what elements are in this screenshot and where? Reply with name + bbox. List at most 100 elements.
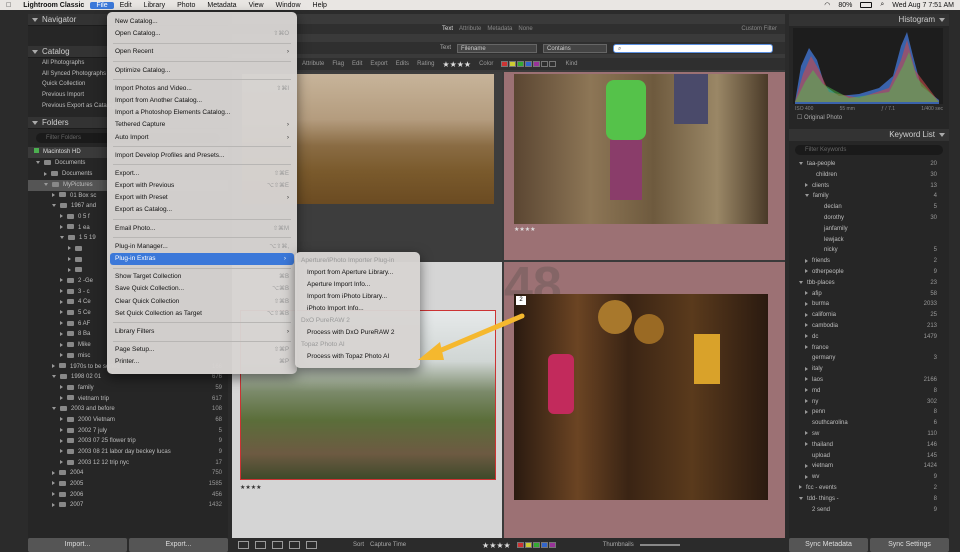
edits-filter[interactable]: Edits [396,61,409,67]
menu-item[interactable]: Export as Catalog... [107,204,297,216]
collapsed-icon[interactable] [44,171,47,176]
collapsed-icon[interactable] [60,299,63,304]
keyword-row[interactable]: tdd- things - 8 [789,494,949,505]
collapsed-icon[interactable] [60,342,63,347]
menu-item[interactable]: Email Photo... ⇧⌘M [107,223,297,235]
collapsed-icon[interactable] [805,312,808,317]
expanded-icon[interactable] [44,182,48,186]
collapsed-icon[interactable] [68,246,71,251]
collapsed-icon[interactable] [60,214,63,219]
menu-item[interactable]: New Catalog... [107,16,297,28]
menu-item[interactable]: Import a Photoshop Elements Catalog... [107,107,297,119]
submenu-item[interactable]: Aperture Import Info... [295,279,420,291]
text-search-input[interactable]: ⌕ [613,43,774,53]
toolbar-color-labels[interactable] [516,541,557,549]
folder-row[interactable]: 2006 456 [28,490,228,501]
import-button[interactable]: Import... [28,538,127,552]
collapsed-icon[interactable] [805,290,808,295]
menu-item[interactable]: Import Develop Profiles and Presets... [107,150,297,162]
tab-none[interactable]: None [518,26,532,32]
collapsed-icon[interactable] [60,417,63,422]
folder-row[interactable]: 2003 and before 108 [28,404,228,415]
edit-menu[interactable]: Edit [114,2,138,9]
grid-cell[interactable]: ★★★★ [504,72,785,260]
collapsed-icon[interactable] [805,442,808,447]
thumbnail-size-slider[interactable] [639,544,680,546]
collapsed-icon[interactable] [805,323,808,328]
collapsed-icon[interactable] [805,398,808,403]
folder-row[interactable]: 2005 1585 [28,479,228,490]
menu-item[interactable]: Show Target Collection ⌘B [107,271,297,283]
collapsed-icon[interactable] [68,267,71,272]
keyword-row[interactable]: france [789,343,949,354]
folder-row[interactable]: 2003 08 21 labor day beckey lucas 9 [28,447,228,458]
keyword-row[interactable]: afip 58 [789,289,949,300]
menu-item[interactable]: Optimize Catalog... [107,65,297,77]
keyword-row[interactable]: declan 5 [789,202,949,213]
collapsed-icon[interactable] [60,321,63,326]
keyword-row[interactable]: friends 2 [789,256,949,267]
keyword-row[interactable]: sw 110 [789,429,949,440]
keyword-row[interactable]: nicky 5 [789,245,949,256]
folder-row[interactable]: 2007 1432 [28,500,228,511]
menu-item[interactable]: Export with Preset › [107,192,297,204]
keyword-row[interactable]: children 30 [789,170,949,181]
collapsed-icon[interactable] [805,409,808,414]
color-swatches[interactable] [501,60,557,68]
contains-select[interactable]: Contains [543,43,608,53]
expanded-icon[interactable] [60,236,64,240]
submenu-item[interactable]: Import from Aperture Library... [295,267,420,279]
collapsed-icon[interactable] [52,492,55,497]
photo-thumbnail[interactable] [514,74,768,224]
folder-row[interactable]: 2000 Vietnam 68 [28,415,228,426]
apple-icon[interactable]:  [0,2,17,9]
grid-cell-selected[interactable]: 48 2 [504,257,785,538]
keyword-row[interactable]: dorothy 30 [789,213,949,224]
toolbar-stars[interactable]: ★★★★ [482,541,511,550]
file-menu[interactable]: File [90,1,114,9]
collapsed-icon[interactable] [60,438,63,443]
collapsed-icon[interactable] [805,366,808,371]
sort-select[interactable]: Capture Time [370,542,406,548]
collapsed-icon[interactable] [60,278,63,283]
keyword-row[interactable]: thailand 146 [789,440,949,451]
submenu-item[interactable]: Process with DxO PureRAW 2 [295,327,420,339]
sync-metadata-button[interactable]: Sync Metadata [789,538,868,552]
menu-item[interactable]: Open Catalog... ⇧⌘O [107,28,297,40]
grid-view-icon[interactable] [238,541,249,549]
keyword-row[interactable]: lewjack [789,235,949,246]
keyword-row[interactable]: laos 2166 [789,375,949,386]
collapsed-icon[interactable] [805,377,808,382]
submenu-item[interactable]: iPhoto Import Info... [295,303,420,315]
menu-item[interactable]: Set Quick Collection as Target ⌥⇧⌘B [107,308,297,320]
photo-menu[interactable]: Photo [171,2,201,9]
histogram-header[interactable]: Histogram [789,14,949,26]
menu-item[interactable]: Open Recent › [107,46,297,58]
collapsed-icon[interactable] [805,474,808,479]
submenu-item[interactable]: Process with Topaz Photo AI [295,351,420,363]
collapsed-icon[interactable] [799,485,802,490]
library-menu[interactable]: Library [138,2,171,9]
tab-metadata[interactable]: Metadata [487,26,512,32]
keyword-row[interactable]: otherpeople 9 [789,267,949,278]
filename-select[interactable]: Filename [457,43,538,53]
keyword-row[interactable]: fcc - events 2 [789,483,949,494]
tab-text[interactable]: Text [442,26,453,32]
collapsed-icon[interactable] [805,388,808,393]
compare-view-icon[interactable] [272,541,283,549]
menu-item[interactable]: Clear Quick Collection ⇧⌘B [107,296,297,308]
collapsed-icon[interactable] [68,257,71,262]
menu-item[interactable]: Plug-in Extras › [110,253,294,266]
expanded-icon[interactable] [36,161,40,165]
keyword-row[interactable]: germany 3 [789,353,949,364]
rating-stars[interactable]: ★★★★ [442,60,471,69]
collapsed-icon[interactable] [805,258,808,263]
edit-filter[interactable]: Edit [352,61,362,67]
collapsed-icon[interactable] [60,224,63,229]
collapsed-icon[interactable] [60,385,63,390]
folder-row[interactable]: 2003 07 25 flower trip 9 [28,436,228,447]
expanded-icon[interactable] [799,280,803,284]
app-menu[interactable]: Lightroom Classic [17,2,90,9]
menu-item[interactable]: Import from Another Catalog... [107,95,297,107]
keyword-row[interactable]: wv 9 [789,472,949,483]
